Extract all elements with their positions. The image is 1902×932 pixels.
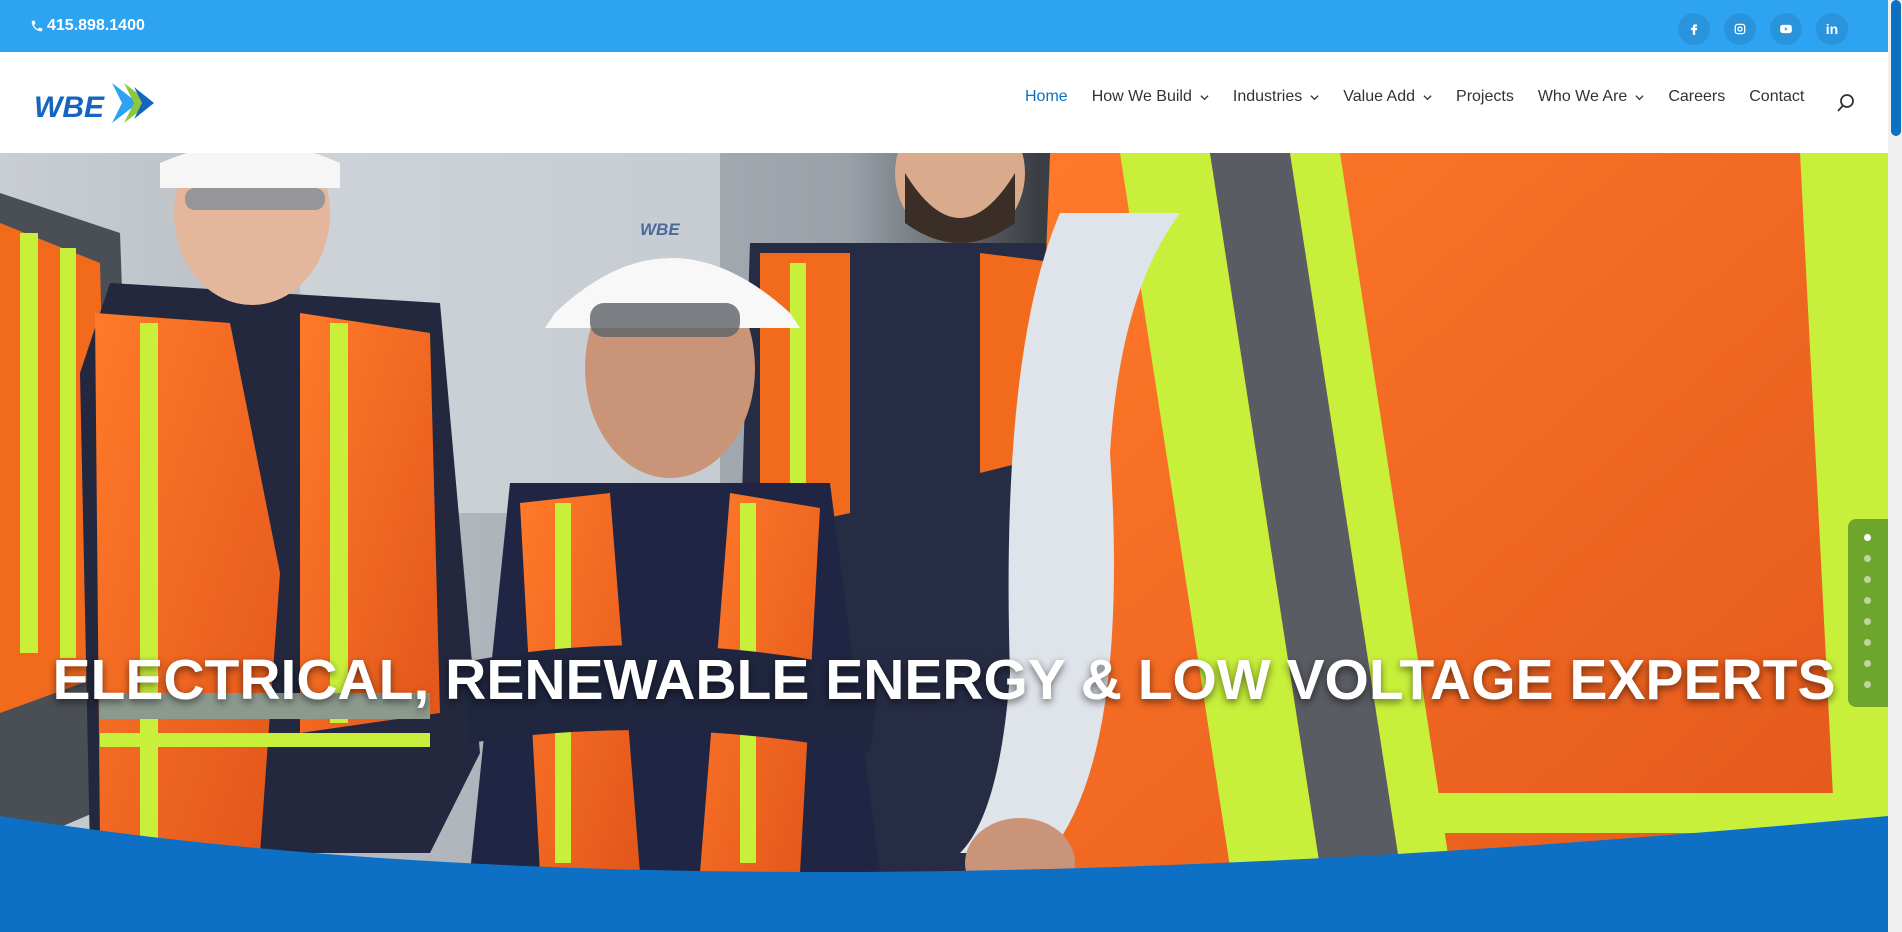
nav-item-contact[interactable]: Contact [1749,88,1804,106]
wbe-logo[interactable]: WBE [34,81,158,125]
slider-dot[interactable] [1864,681,1871,688]
instagram-link[interactable] [1724,13,1756,45]
linkedin-link[interactable]: in [1816,13,1848,45]
chevron-down-icon [1423,94,1432,100]
slider-pagination [1848,519,1888,707]
nav-item-label: Who We Are [1537,88,1628,105]
scrollbar[interactable] [1888,0,1902,932]
facebook-icon [1691,24,1698,35]
phone-number: 415.898.1400 [47,17,145,34]
slider-dot[interactable] [1864,576,1871,583]
search-icon[interactable] [1836,93,1856,113]
nav-item-label: Projects [1456,88,1514,105]
chevron-down-icon [1200,94,1209,100]
site-header: WBE Home How We Build Industries Value Add P… [0,52,1888,153]
chevron-down-icon [1635,94,1644,100]
slider-dot[interactable] [1864,660,1871,667]
nav-item-label: Value Add [1343,88,1416,105]
nav-item-label: Careers [1668,88,1726,105]
instagram-icon [1734,23,1746,35]
nav-item-who-we-are[interactable]: Who We Are [1538,88,1645,106]
hero-slider: WBE ELECTRICAL, RENEWABLE ENERGY & LOW V… [0,153,1888,932]
nav-item-projects[interactable]: Projects [1456,88,1514,106]
nav-item-label: Contact [1749,88,1805,105]
slider-dot[interactable] [1864,618,1871,625]
linkedin-icon: in [1825,21,1839,37]
scrollbar-thumb[interactable] [1891,0,1901,136]
facebook-link[interactable] [1678,13,1710,45]
wave-divider [0,816,1888,932]
nav-item-how-we-build[interactable]: How We Build [1092,88,1209,106]
phone-link[interactable]: 415.898.1400 [30,17,145,35]
chevron-down-icon [1310,94,1319,100]
nav-item-industries[interactable]: Industries [1233,88,1319,106]
hardhat-logo-text: WBE [640,220,680,239]
youtube-icon [1780,24,1792,34]
youtube-link[interactable] [1770,13,1802,45]
top-bar: 415.898.1400 in [0,0,1888,52]
slider-dot[interactable] [1864,555,1871,562]
social-links: in [1678,13,1848,45]
nav-item-home[interactable]: Home [1025,88,1068,106]
hero-headline: ELECTRICAL, RENEWABLE ENERGY & LOW VOLTA… [52,648,1836,712]
nav-item-label: Home [1025,88,1068,105]
main-nav: Home How We Build Industries Value Add Proje… [1025,88,1828,106]
nav-item-label: Industries [1232,88,1303,105]
slider-dot[interactable] [1864,534,1871,541]
slider-dot[interactable] [1864,639,1871,646]
nav-item-label: How We Build [1091,88,1192,105]
phone-icon [31,20,43,32]
slider-dot[interactable] [1864,597,1871,604]
nav-item-value-add[interactable]: Value Add [1343,88,1432,106]
logo-wordmark: WBE [34,91,105,124]
nav-item-careers[interactable]: Careers [1668,88,1725,106]
